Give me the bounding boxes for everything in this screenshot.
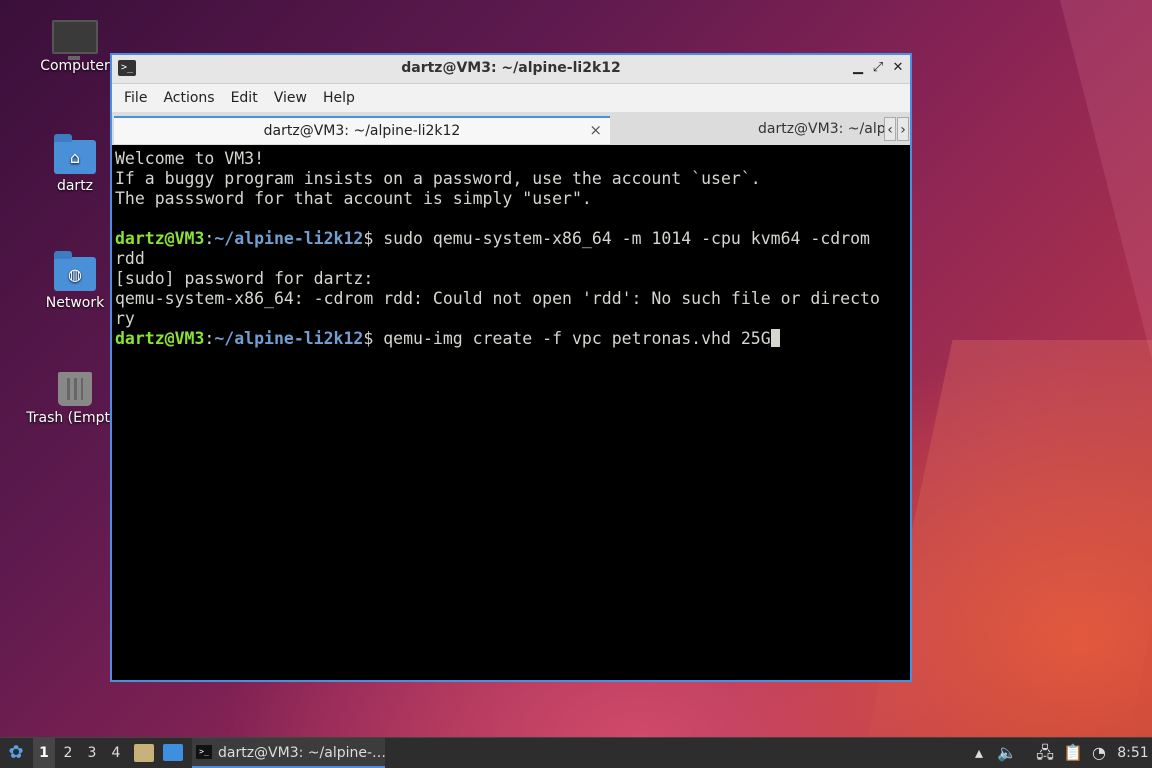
workspace-3[interactable]: 3 <box>81 738 103 768</box>
desktop-icon-label: dartz <box>56 178 94 194</box>
prompt-path: ~/alpine-li2k12 <box>214 329 364 348</box>
prompt-user: dartz@VM3 <box>115 329 205 348</box>
tab-label: dartz@VM3: ~/alpine-li2k12 <box>758 121 884 137</box>
updates-icon[interactable]: ▴ <box>968 738 990 768</box>
tab-active[interactable]: dartz@VM3: ~/alpine-li2k12 × <box>114 116 610 144</box>
workspace-1[interactable]: 1 <box>33 738 55 768</box>
terminal-line: qemu-system-x86_64: -cdrom rdd: Could no… <box>115 289 880 308</box>
start-menu-icon[interactable]: ✿ <box>4 738 28 768</box>
terminal-line: dartz@VM3:~/alpine-li2k12$ qemu-img crea… <box>115 329 907 349</box>
menu-view[interactable]: View <box>266 90 315 106</box>
terminal-line: dartz@VM3:~/alpine-li2k12$ sudo qemu-sys… <box>115 229 907 249</box>
wallpaper-shape <box>880 0 1152 360</box>
notifications-icon[interactable]: ◔ <box>1088 738 1110 768</box>
close-button[interactable]: ✕ <box>890 60 906 76</box>
terminal-line: ry <box>115 309 135 328</box>
computer-icon <box>52 20 98 60</box>
tab-scroll-right-icon[interactable]: › <box>897 117 909 141</box>
task-label: dartz@VM3: ~/alpine-… <box>218 745 385 761</box>
maximize-button[interactable]: ⤢ <box>870 60 886 76</box>
clock[interactable]: 8:51 <box>1116 738 1150 768</box>
desktop-icon-label: Network <box>45 295 105 311</box>
menu-bar: File Actions Edit View Help <box>112 84 910 113</box>
home-folder-icon: ⌂ <box>54 134 96 174</box>
menu-edit[interactable]: Edit <box>223 90 266 106</box>
terminal-task-icon: >_ <box>196 745 212 759</box>
terminal-output[interactable]: Welcome to VM3! If a buggy program insist… <box>112 145 910 680</box>
trash-icon <box>58 372 92 406</box>
desktop-icon-network[interactable]: ◍ Network <box>30 251 120 311</box>
terminal-window[interactable]: >_ dartz@VM3: ~/alpine-li2k12 ▁ ⤢ ✕ File… <box>110 53 912 682</box>
terminal-line: The passsword for that account is simply… <box>115 189 592 208</box>
prompt-user: dartz@VM3 <box>115 229 205 248</box>
tab-inactive[interactable]: dartz@VM3: ~/alpine-li2k12 <box>614 116 884 144</box>
taskbar-task-terminal[interactable]: >_ dartz@VM3: ~/alpine-… <box>192 738 385 768</box>
terminal-line: rdd <box>115 249 145 268</box>
prompt-separator: : <box>204 329 215 348</box>
workspace-4[interactable]: 4 <box>105 738 127 768</box>
clipboard-icon[interactable]: 📋 <box>1062 738 1084 768</box>
network-folder-icon: ◍ <box>54 251 96 291</box>
terminal-line: If a buggy program insists on a password… <box>115 169 761 188</box>
menu-file[interactable]: File <box>116 90 155 106</box>
taskbar: ✿ 1 2 3 4 >_ dartz@VM3: ~/alpine-… ▴ 🔈 🖧… <box>0 737 1152 768</box>
desktop-icon-dartz[interactable]: ⌂ dartz <box>30 134 120 194</box>
terminal-line: Welcome to VM3! <box>115 149 265 168</box>
minimize-button[interactable]: ▁ <box>850 60 866 76</box>
tab-close-icon[interactable]: × <box>589 121 602 139</box>
prompt-separator: : <box>204 229 215 248</box>
file-manager-icon[interactable] <box>134 744 154 762</box>
workspace-2[interactable]: 2 <box>57 738 79 768</box>
tab-bar: dartz@VM3: ~/alpine-li2k12 × dartz@VM3: … <box>112 113 910 146</box>
command-text: sudo qemu-system-x86_64 -m 1014 -cpu kvm… <box>383 229 870 248</box>
prompt-dollar: $ <box>363 229 384 248</box>
command-input[interactable]: qemu-img create -f vpc petronas.vhd 25G <box>383 329 770 348</box>
tab-scroll-left-icon[interactable]: ‹ <box>884 117 896 141</box>
network-icon[interactable]: 🖧 <box>1034 738 1056 768</box>
desktop-icon-computer[interactable]: Computer <box>30 20 120 74</box>
desktop-icon-label: Computer <box>40 58 110 74</box>
prompt-dollar: $ <box>363 329 384 348</box>
text-cursor <box>770 329 780 347</box>
volume-icon[interactable]: 🔈 <box>996 738 1018 768</box>
title-bar[interactable]: >_ dartz@VM3: ~/alpine-li2k12 ▁ ⤢ ✕ <box>112 55 910 84</box>
terminal-line: [sudo] password for dartz: <box>115 269 374 288</box>
tab-label: dartz@VM3: ~/alpine-li2k12 <box>263 123 461 139</box>
menu-actions[interactable]: Actions <box>155 90 222 106</box>
prompt-path: ~/alpine-li2k12 <box>214 229 364 248</box>
menu-help[interactable]: Help <box>315 90 363 106</box>
window-title: dartz@VM3: ~/alpine-li2k12 <box>401 60 621 76</box>
show-desktop-icon[interactable] <box>163 744 183 761</box>
